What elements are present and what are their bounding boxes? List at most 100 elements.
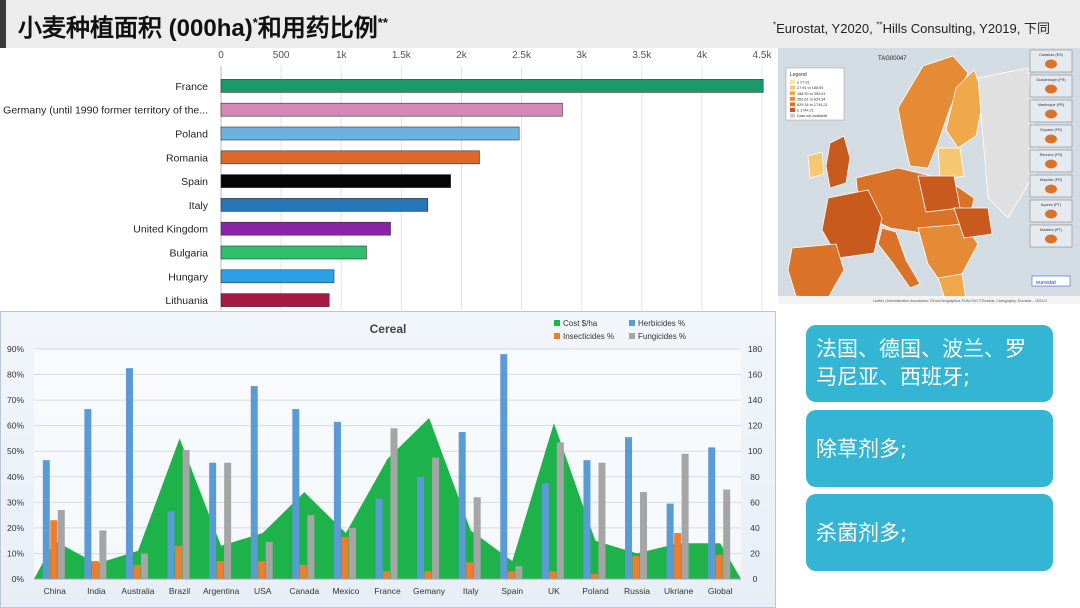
cereal-bar-fungicides bbox=[348, 527, 356, 579]
hbar-category-label: Lithuania bbox=[165, 295, 208, 307]
cereal-x-tick: Poland bbox=[582, 586, 609, 596]
cereal-bar-fungicides bbox=[473, 497, 481, 579]
map-legend-swatch bbox=[790, 91, 795, 96]
cereal-legend-label: Cost $/ha bbox=[563, 319, 598, 328]
hbar-category-label: Romania bbox=[166, 152, 208, 164]
map-legend-swatch bbox=[790, 108, 795, 112]
cereal-x-tick: Mexico bbox=[332, 586, 359, 596]
cereal-y-right-tick: 100 bbox=[748, 446, 762, 456]
hbar-category-label: United Kingdom bbox=[133, 224, 208, 236]
map-legend-label: Data not available bbox=[797, 114, 827, 118]
cereal-bar-fungicides bbox=[57, 510, 65, 579]
cereal-y-right-tick: 160 bbox=[748, 370, 762, 380]
map-inset-label: Guadeloupe (FR) bbox=[1036, 78, 1066, 82]
cereal-x-tick: Canada bbox=[289, 586, 319, 596]
hbar-category-label: Bulgaria bbox=[169, 248, 208, 260]
cereal-bar-herbicides bbox=[167, 511, 175, 579]
hbar-category-label: France bbox=[175, 81, 208, 93]
cereal-y-left-tick: 90% bbox=[7, 344, 24, 354]
europe-map-svg: Legend ≤ 27.9127.91 to 188.90 188.90 to 3… bbox=[778, 48, 1080, 304]
hbar-x-tick: 2k bbox=[456, 50, 468, 61]
cereal-bar-fungicides bbox=[307, 515, 315, 579]
cereal-bar-insecticides bbox=[715, 554, 723, 579]
title-bar: 小麦种植面积 (000ha)*和用药比例** *Eurostat, Y2020,… bbox=[0, 0, 1080, 48]
cereal-bar-fungicides bbox=[224, 462, 232, 579]
cereal-y-left-tick: 10% bbox=[7, 548, 24, 558]
cereal-legend-label: Insecticides % bbox=[563, 332, 614, 341]
cereal-bar-insecticides bbox=[590, 573, 598, 579]
cereal-bar-herbicides bbox=[333, 421, 341, 579]
cereal-bar-fungicides bbox=[182, 449, 190, 579]
cereal-x-tick: Brazil bbox=[169, 586, 190, 596]
callout-fungicides: 杀菌剂多; bbox=[806, 494, 1053, 571]
cereal-bar-insecticides bbox=[258, 561, 266, 579]
map-inset-shape bbox=[1045, 134, 1057, 144]
cereal-bar-herbicides bbox=[625, 437, 633, 579]
map-legend-swatch bbox=[790, 102, 795, 107]
cereal-title: Cereal bbox=[370, 322, 407, 336]
cereal-bar-insecticides bbox=[341, 536, 349, 579]
cereal-bar-herbicides bbox=[375, 498, 383, 579]
hbar-bar bbox=[220, 221, 391, 236]
cereal-x-tick: India bbox=[87, 586, 106, 596]
map-inset-label: Martinique (FR) bbox=[1038, 103, 1065, 107]
cereal-legend-swatch bbox=[629, 333, 635, 339]
hbar-bar bbox=[220, 198, 429, 212]
wheat-area-bar-svg: 0 500 1k 1.5k 2k 2.5k 3k 3.5k 4k 4.5k France German… bbox=[3, 50, 772, 310]
cereal-chart-svg: 0% 10% 20% 30% 40% 50% 60% 70% 80% 90% 0 20 40 60 80 10… bbox=[7, 319, 762, 596]
hbar-x-tick: 1.5k bbox=[392, 50, 412, 61]
wheat-area-bar-chart: 0 500 1k 1.5k 2k 2.5k 3k 3.5k 4k 4.5k France German… bbox=[0, 48, 778, 310]
cereal-bar-insecticides bbox=[50, 520, 58, 579]
cereal-bar-insecticides bbox=[466, 562, 474, 579]
cereal-x-tick: UK bbox=[548, 586, 560, 596]
eurostat-logo-text: eurostat bbox=[1036, 280, 1056, 286]
cereal-bar-insecticides bbox=[216, 561, 224, 579]
cereal-bar-fungicides bbox=[432, 457, 440, 579]
eurostat-map[interactable]: Legend ≤ 27.91 27.91 to 188.90 188.90 to 3… bbox=[778, 48, 1080, 304]
hbar-x-tick: 4k bbox=[697, 50, 709, 61]
map-legend-swatch bbox=[790, 85, 795, 90]
cereal-bar-herbicides bbox=[583, 460, 591, 579]
hbar-category-label: Germany (until 1990 former territory of … bbox=[3, 105, 208, 117]
hbar-bar bbox=[220, 269, 335, 284]
cereal-y-left-tick: 30% bbox=[7, 497, 24, 507]
cereal-x-tick: Italy bbox=[463, 586, 479, 596]
map-legend-label: 629.34 to 1744.21 bbox=[797, 103, 828, 107]
hbar-category-label: Poland bbox=[175, 129, 208, 141]
cereal-x-tick: France bbox=[374, 586, 401, 596]
cereal-legend-label: Fungicides % bbox=[638, 332, 686, 341]
cereal-bar-insecticides bbox=[674, 533, 682, 579]
cereal-bar-herbicides bbox=[458, 432, 466, 579]
cereal-bar-fungicides bbox=[556, 442, 564, 579]
cereal-y-left-tick: 40% bbox=[7, 472, 24, 482]
cereal-bar-insecticides bbox=[383, 571, 390, 579]
cereal-chart: 0% 10% 20% 30% 40% 50% 60% 70% 80% 90% 0 20 40 60 80 10… bbox=[0, 311, 776, 608]
hbar-bar bbox=[220, 293, 330, 307]
cereal-y-right-tick: 0 bbox=[753, 574, 758, 584]
cereal-y-right-tick: 20 bbox=[750, 548, 760, 558]
cereal-x-tick: Ukriane bbox=[664, 586, 694, 596]
hbar-category-label: Hungary bbox=[168, 271, 208, 283]
hbar-x-tick: 0 bbox=[218, 50, 224, 61]
map-inset-label: Réunion (FR) bbox=[1040, 153, 1064, 157]
cereal-y-right-tick: 60 bbox=[750, 497, 760, 507]
cereal-bar-fungicides bbox=[723, 489, 731, 579]
hbar-x-tick: 1k bbox=[336, 50, 348, 61]
cereal-y-left-tick: 50% bbox=[7, 446, 24, 456]
cereal-bar-herbicides bbox=[541, 483, 549, 579]
page-title: 小麦种植面积 (000ha)*和用药比例** bbox=[18, 15, 388, 42]
cereal-bar-fungicides bbox=[140, 553, 148, 579]
map-inset-label: Açores (PT) bbox=[1041, 203, 1062, 207]
cereal-bar-fungicides bbox=[99, 530, 107, 579]
map-legend-label: 27.91 to 188.90 bbox=[797, 86, 823, 90]
cereal-bar-insecticides bbox=[133, 564, 141, 579]
cereal-y-right-tick: 120 bbox=[748, 421, 762, 431]
hbar-category-label: Italy bbox=[189, 200, 209, 212]
map-inset-shape bbox=[1045, 84, 1057, 94]
callout-herbicides: 除草剂多; bbox=[806, 410, 1053, 487]
map-code-label: TAG00047 bbox=[878, 56, 907, 62]
cereal-legend-label: Herbicides % bbox=[638, 319, 685, 328]
hbar-x-tick: 500 bbox=[273, 50, 290, 61]
cereal-x-tick: Australia bbox=[121, 586, 154, 596]
map-land-ireland bbox=[807, 151, 825, 179]
